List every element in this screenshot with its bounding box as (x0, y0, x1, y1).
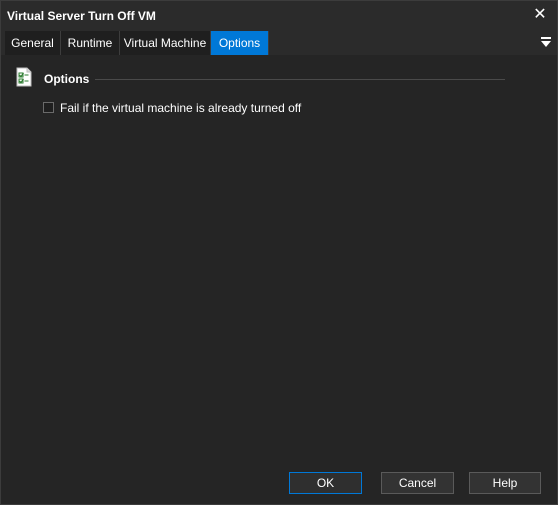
tab-strip: General Runtime Virtual Machine Options (1, 31, 557, 55)
dialog-window: Virtual Server Turn Off VM ✕ General Run… (0, 0, 558, 505)
close-icon[interactable]: ✕ (531, 6, 549, 24)
window-title: Virtual Server Turn Off VM (7, 9, 156, 23)
tab-options[interactable]: Options (211, 31, 269, 55)
title-bar: Virtual Server Turn Off VM ✕ (1, 1, 557, 31)
cancel-button[interactable]: Cancel (381, 472, 454, 494)
checklist-icon (16, 67, 32, 87)
tab-runtime[interactable]: Runtime (61, 31, 120, 55)
options-group-title: Options (44, 72, 90, 86)
group-divider (95, 79, 505, 80)
ok-button[interactable]: OK (289, 472, 362, 494)
help-button[interactable]: Help (469, 472, 541, 494)
fail-if-turned-off-label[interactable]: Fail if the virtual machine is already t… (60, 101, 301, 115)
tab-virtual-machine[interactable]: Virtual Machine (120, 31, 211, 55)
tab-general[interactable]: General (5, 31, 61, 55)
dropdown-arrow-icon[interactable] (541, 36, 551, 48)
tab-content-options: Options Fail if the virtual machine is a… (1, 55, 557, 463)
fail-if-turned-off-checkbox[interactable] (43, 102, 54, 113)
